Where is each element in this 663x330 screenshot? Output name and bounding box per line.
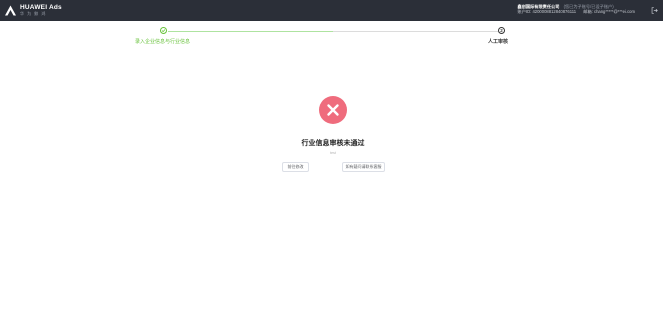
huawei-ads-logo-icon	[5, 5, 16, 16]
account-email: chang*****@***ei.com	[593, 9, 635, 15]
contact-support-button[interactable]: 如有疑问请联系客服	[342, 162, 385, 172]
step-1-check-icon	[160, 27, 167, 34]
edit-button[interactable]: 前往修改	[282, 162, 309, 172]
logout-icon[interactable]	[651, 7, 658, 14]
email-label: 邮箱:	[583, 9, 593, 15]
step-2-number: 2	[498, 27, 505, 34]
account-id-label: 账户ID:	[517, 9, 532, 15]
account-info: 鑫创国际有限责任公司 (您已为子账号/已设子账户) 账户ID: 42000088…	[518, 4, 635, 15]
account-id: 4200008812840876111	[532, 9, 577, 15]
top-bar: HUAWEI Ads 华 为 鲸 鸿 鑫创国际有限责任公司 (您已为子账号/已设…	[0, 0, 663, 21]
step-2-label: 人工审核	[488, 39, 509, 45]
step-connector-done	[168, 30, 333, 32]
rejection-reason: test	[330, 151, 336, 155]
brand-subtitle: 华 为 鲸 鸿	[20, 11, 47, 17]
step-connector-pending	[333, 30, 498, 32]
brand-logo[interactable]: HUAWEI Ads 华 为 鲸 鸿	[4, 3, 62, 18]
error-x-icon	[319, 96, 347, 124]
step-1-label: 录入企业信息与行业信息	[135, 39, 191, 45]
result-title: 行业信息审核未通过	[301, 140, 365, 147]
